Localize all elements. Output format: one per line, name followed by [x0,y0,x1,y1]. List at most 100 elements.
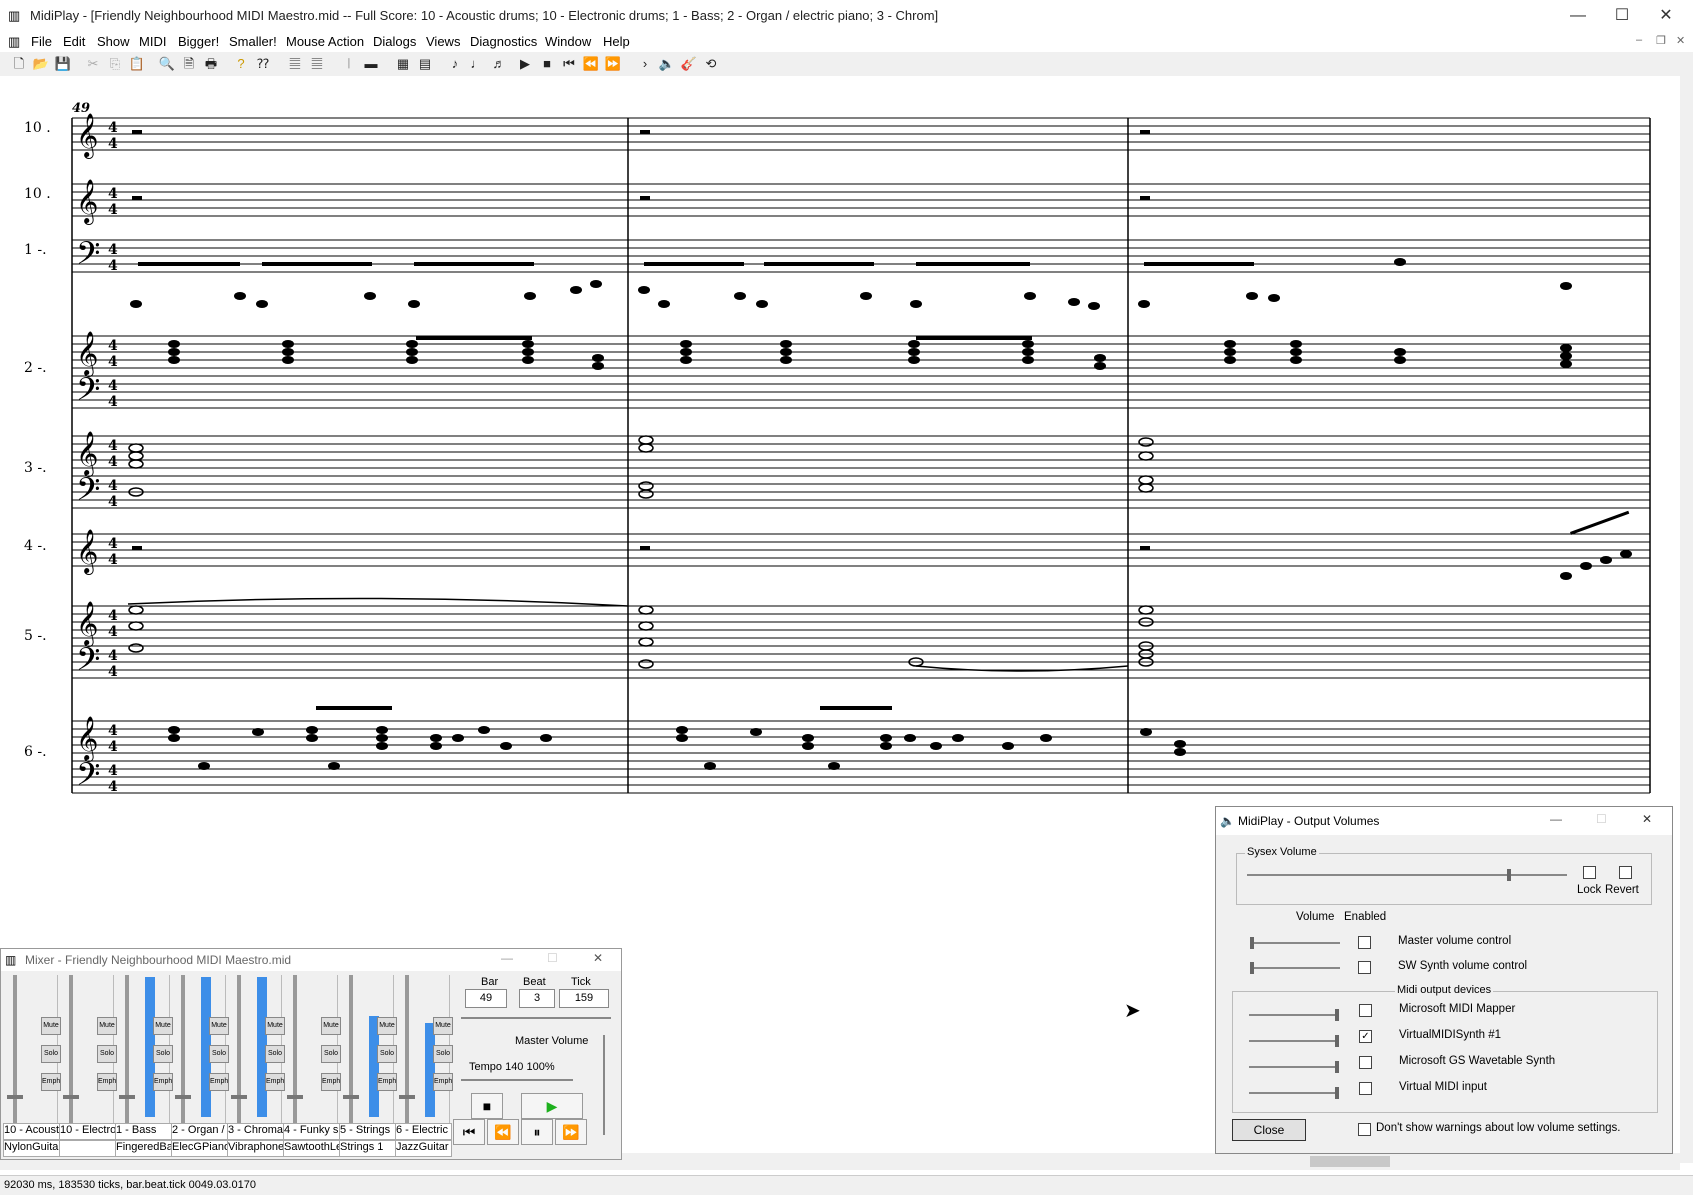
minimize-icon[interactable]: — [1558,4,1598,28]
next-icon[interactable]: › [636,55,654,73]
channel-fader[interactable] [405,975,409,1123]
skip-start-icon[interactable]: ⏮ [560,55,578,73]
fader-knob[interactable] [287,1095,303,1099]
master-volume-checkbox[interactable] [1358,936,1371,949]
position-slider[interactable] [461,1017,611,1019]
warnings-checkbox[interactable] [1358,1123,1371,1136]
emph-button[interactable]: Emph [41,1073,61,1091]
channel-fader[interactable] [125,975,129,1123]
mute-button[interactable]: Mute [153,1017,173,1035]
emph-button[interactable]: Emph [97,1073,117,1091]
menu-bigger[interactable]: Bigger! [178,34,219,49]
paste-icon[interactable]: 📋 [128,55,146,73]
tempo-slider[interactable] [461,1079,573,1081]
sysex-slider[interactable] [1247,874,1567,876]
solo-button[interactable]: Solo [153,1045,173,1063]
channel-instrument[interactable]: SawtoothLe [283,1140,340,1157]
note-icon[interactable]: ♪ [446,55,464,73]
scroll-thumb[interactable] [1310,1156,1390,1167]
loop-icon[interactable]: ⟲ [702,55,720,73]
menu-views[interactable]: Views [426,34,460,49]
play-button[interactable]: ▶ [521,1093,583,1119]
device-slider[interactable] [1249,1014,1339,1016]
menu-midi[interactable]: MIDI [139,34,166,49]
grid-icon[interactable]: ▦ [394,55,412,73]
master-volume-slider[interactable] [603,1035,605,1135]
page-preview-icon[interactable]: 🗎 [180,55,198,73]
print-icon[interactable]: 🖶 [202,55,220,73]
hide-staves-icon[interactable]: 𝄚 [308,55,326,73]
maximize-icon[interactable]: ☐ [1602,4,1642,28]
slider-thumb[interactable] [1250,937,1254,949]
fader-knob[interactable] [175,1095,191,1099]
mute-button[interactable]: Mute [97,1017,117,1035]
channel-instrument[interactable]: Vibraphone [227,1140,284,1157]
menu-show[interactable]: Show [97,34,130,49]
channel-instrument[interactable] [59,1140,116,1157]
channel-instrument[interactable]: ElecGPiano [171,1140,228,1157]
rewind-button[interactable]: ⏪ [487,1119,519,1145]
device-checkbox[interactable] [1359,1082,1372,1095]
save-icon[interactable]: 💾 [54,55,72,73]
device-slider[interactable] [1249,1092,1339,1094]
fader-knob[interactable] [231,1095,247,1099]
mdi-close-icon[interactable]: ✕ [1676,34,1685,47]
dialog-maximize-icon[interactable]: ☐ [1596,812,1607,826]
bar-spinner[interactable]: 49 [465,989,507,1008]
master-volume-slider[interactable] [1250,942,1340,944]
mdi-minimize-icon[interactable]: ‒ [1636,34,1642,46]
cut-icon[interactable]: ✂ [84,55,102,73]
stop-icon[interactable]: ■ [538,55,556,73]
menu-window[interactable]: Window [545,34,591,49]
mute-button[interactable]: Mute [265,1017,285,1035]
fader-knob[interactable] [63,1095,79,1099]
context-help-icon[interactable]: ⁇ [254,55,272,73]
note-tie-icon[interactable]: ♬ [490,55,508,73]
solo-button[interactable]: Solo [97,1045,117,1063]
channel-fader[interactable] [237,975,241,1123]
fast-forward-button[interactable]: ⏩ [555,1119,587,1145]
mute-button[interactable]: Mute [377,1017,397,1035]
dialog-minimize-icon[interactable]: — [1550,812,1562,826]
solo-button[interactable]: Solo [265,1045,285,1063]
menu-smaller[interactable]: Smaller! [229,34,277,49]
grid-alt-icon[interactable]: ▤ [416,55,434,73]
emph-button[interactable]: Emph [209,1073,229,1091]
slider-thumb[interactable] [1335,1009,1339,1021]
solo-button[interactable]: Solo [209,1045,229,1063]
emph-button[interactable]: Emph [265,1073,285,1091]
solo-button[interactable]: Solo [377,1045,397,1063]
fader-knob[interactable] [7,1095,23,1099]
note-alt-icon[interactable]: ♩ [468,55,486,73]
mute-button[interactable]: Mute [321,1017,341,1035]
device-checkbox[interactable]: ✓ [1359,1030,1372,1043]
lock-checkbox[interactable] [1583,866,1596,879]
sw-synth-volume-slider[interactable] [1250,967,1340,969]
mute-button[interactable]: Mute [433,1017,453,1035]
channel-fader[interactable] [293,975,297,1123]
emph-button[interactable]: Emph [433,1073,453,1091]
fader-knob[interactable] [399,1095,415,1099]
solo-button[interactable]: Solo [433,1045,453,1063]
slider-thumb[interactable] [1335,1035,1339,1047]
mdi-restore-icon[interactable]: ❐ [1656,34,1666,47]
menu-mouse-action[interactable]: Mouse Action [286,34,364,49]
emph-button[interactable]: Emph [153,1073,173,1091]
slider-thumb[interactable] [1250,962,1254,974]
channel-fader[interactable] [181,975,185,1123]
play-icon[interactable]: ▶ [516,55,534,73]
device-checkbox[interactable] [1359,1056,1372,1069]
slider-thumb[interactable] [1335,1061,1339,1073]
mixer-maximize-icon[interactable]: ☐ [547,951,558,965]
open-icon[interactable]: 📂 [32,55,50,73]
instrument-icon[interactable]: 🎸 [680,55,698,73]
fast-forward-icon[interactable]: ⏩ [604,55,622,73]
slider-thumb[interactable] [1335,1087,1339,1099]
sw-synth-checkbox[interactable] [1358,961,1371,974]
mute-button[interactable]: Mute [209,1017,229,1035]
rewind-icon[interactable]: ⏪ [582,55,600,73]
solo-button[interactable]: Solo [41,1045,61,1063]
speaker-icon[interactable]: 🔈 [658,55,676,73]
mute-button[interactable]: Mute [41,1017,61,1035]
menu-help[interactable]: Help [603,34,630,49]
